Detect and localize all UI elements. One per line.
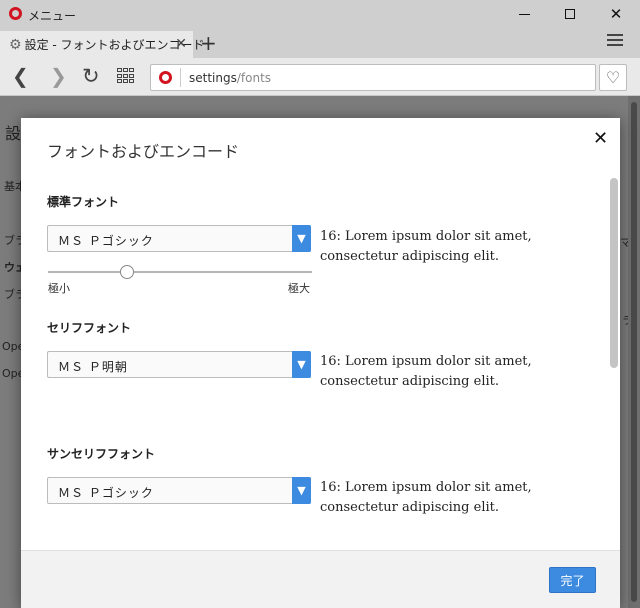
dialog-close-button[interactable]: ✕	[593, 128, 608, 149]
standard-font-value: ＭＳ Ｐゴシック	[58, 234, 154, 248]
url-text[interactable]: settings/fonts	[189, 71, 271, 85]
close-icon: ✕	[593, 128, 609, 149]
page-scrollbar-thumb[interactable]	[631, 102, 637, 602]
tab-menu-icon[interactable]	[607, 34, 623, 49]
forward-button[interactable]: ❯	[50, 66, 67, 86]
tab-settings-fonts[interactable]: ⚙ 設定 - フォントおよびエンコード ✕	[0, 31, 205, 58]
sans-serif-font-label: サンセリフフォント	[47, 447, 156, 461]
maximize-button[interactable]	[547, 0, 593, 28]
new-tab-button[interactable]: +	[200, 31, 217, 55]
gear-icon: ⚙	[9, 36, 22, 53]
dialog-title: フォントおよびエンコード	[47, 142, 240, 161]
window-close-button[interactable]: ✕	[593, 0, 639, 28]
serif-font-value: ＭＳ Ｐ明朝	[58, 360, 128, 374]
opera-logo-icon	[159, 71, 172, 84]
sans-serif-font-select[interactable]: ＭＳ Ｐゴシック ▼	[47, 477, 311, 504]
dialog-footer: 完了	[21, 550, 620, 608]
address-separator	[180, 68, 181, 87]
serif-font-label: セリフフォント	[47, 321, 132, 335]
tab-close-icon[interactable]: ✕	[175, 36, 187, 52]
chevron-down-icon: ▼	[292, 477, 311, 504]
sans-serif-font-preview: 16: Lorem ipsum dolor sit amet, consecte…	[320, 480, 532, 515]
close-icon: ✕	[609, 5, 623, 23]
serif-font-preview: 16: Lorem ipsum dolor sit amet, consecte…	[320, 354, 532, 389]
chevron-down-icon: ▼	[292, 351, 311, 378]
sans-serif-font-value: ＭＳ Ｐゴシック	[58, 486, 154, 500]
window-title: メニュー	[28, 9, 77, 23]
done-button[interactable]: 完了	[549, 567, 596, 593]
toolbar: ❮ ❯ ↻ settings/fonts ♡	[0, 58, 640, 96]
heart-icon: ♡	[605, 68, 621, 87]
minimize-button[interactable]	[501, 0, 547, 28]
opera-logo-icon[interactable]	[9, 7, 22, 20]
serif-font-select[interactable]: ＭＳ Ｐ明朝 ▼	[47, 351, 311, 378]
back-arrow-icon: ❮	[12, 64, 29, 88]
minimize-icon	[518, 13, 530, 15]
reload-icon: ↻	[82, 64, 100, 88]
url-path: /fonts	[236, 70, 272, 85]
font-size-slider-track[interactable]	[48, 271, 312, 273]
standard-font-select[interactable]: ＭＳ Ｐゴシック ▼	[47, 225, 311, 252]
reload-button[interactable]: ↻	[82, 64, 100, 88]
standard-font-label: 標準フォント	[47, 195, 120, 209]
bookmark-heart-button[interactable]: ♡	[599, 64, 627, 91]
font-size-slider-thumb[interactable]	[120, 265, 135, 279]
back-button[interactable]: ❮	[12, 66, 29, 86]
forward-arrow-icon: ❯	[50, 64, 67, 88]
fonts-encoding-dialog: フォントおよびエンコード ✕ 標準フォント ＭＳ Ｐゴシック ▼ 16: Lor…	[21, 118, 620, 608]
tab-bar: ⚙ 設定 - フォントおよびエンコード ✕ +	[0, 28, 640, 58]
bg-heading: 設	[5, 124, 22, 143]
slider-min-label: 極小	[48, 282, 70, 295]
standard-font-preview: 16: Lorem ipsum dolor sit amet, consecte…	[320, 229, 532, 264]
slider-max-label: 極大	[288, 282, 310, 295]
title-bar: メニュー ✕	[0, 0, 640, 28]
speed-dial-icon[interactable]	[117, 68, 135, 84]
dialog-scrollbar-thumb[interactable]	[610, 178, 618, 368]
chevron-down-icon: ▼	[292, 225, 311, 252]
address-bar[interactable]: settings/fonts	[150, 64, 596, 91]
maximize-icon	[565, 9, 575, 19]
url-host: settings	[189, 70, 237, 85]
